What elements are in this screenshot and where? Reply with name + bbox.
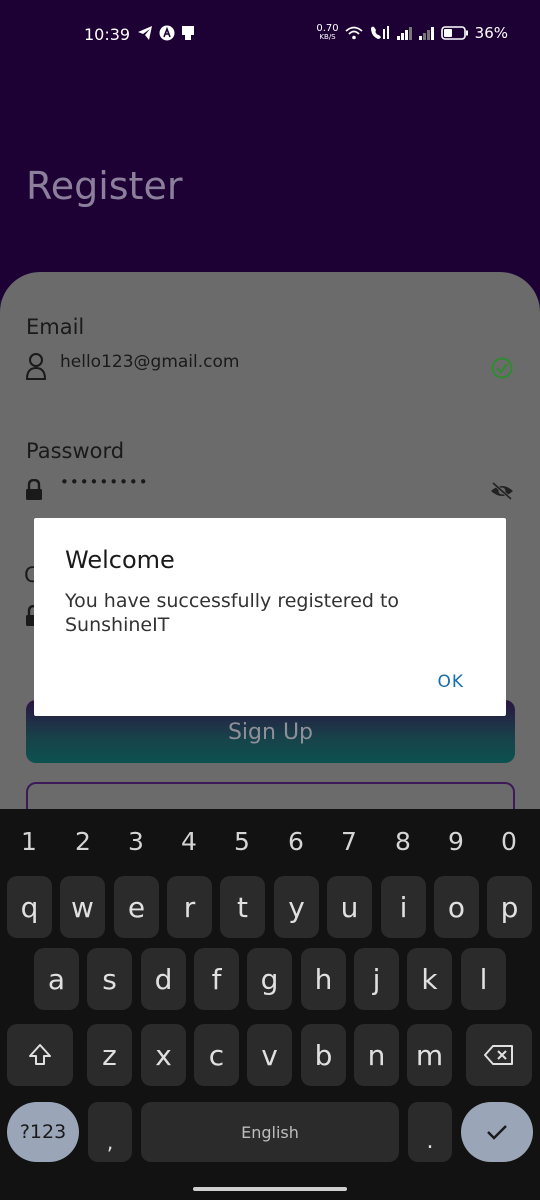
signal-sim2-icon: [418, 27, 434, 40]
status-bar: 10:39 0.70 KB/S 36%: [0, 0, 540, 70]
key-t[interactable]: t: [220, 876, 265, 938]
key-h[interactable]: h: [301, 948, 346, 1010]
lock-icon: [26, 479, 42, 500]
home-indicator[interactable]: [193, 1187, 347, 1191]
key-y[interactable]: y: [274, 876, 319, 938]
key-c[interactable]: c: [194, 1024, 239, 1086]
network-speed: 0.70 KB/S: [316, 23, 339, 42]
shift-icon: [29, 1044, 51, 1065]
call-volte-icon: [370, 26, 389, 39]
checkmark-icon: [487, 1125, 507, 1140]
password-label: Password: [26, 439, 125, 463]
number-row: 1 2 3 4 5 6 7 8 9 0: [0, 827, 540, 867]
key-k[interactable]: k: [407, 948, 452, 1010]
key-5[interactable]: 5: [222, 827, 262, 856]
email-label: Email: [26, 315, 85, 339]
status-notification-icons: [137, 25, 195, 41]
comma-key[interactable]: ,: [88, 1102, 132, 1162]
key-j[interactable]: j: [354, 948, 399, 1010]
key-r[interactable]: r: [167, 876, 212, 938]
symbols-key[interactable]: ?123: [7, 1102, 79, 1162]
key-2[interactable]: 2: [63, 827, 103, 856]
key-9[interactable]: 9: [436, 827, 476, 856]
key-f[interactable]: f: [194, 948, 239, 1010]
key-6[interactable]: 6: [276, 827, 316, 856]
key-0[interactable]: 0: [489, 827, 529, 856]
key-p[interactable]: p: [487, 876, 532, 938]
ok-button[interactable]: OK: [437, 672, 464, 692]
key-l[interactable]: l: [461, 948, 506, 1010]
key-b[interactable]: b: [301, 1024, 346, 1086]
key-3[interactable]: 3: [116, 827, 156, 856]
key-u[interactable]: u: [327, 876, 372, 938]
email-field[interactable]: hello123@gmail.com: [60, 352, 239, 372]
key-4[interactable]: 4: [169, 827, 209, 856]
user-icon: [25, 353, 47, 380]
key-s[interactable]: s: [87, 948, 132, 1010]
header: Register: [0, 70, 540, 300]
sign-up-button-label: Sign Up: [227, 720, 314, 745]
key-z[interactable]: z: [87, 1024, 132, 1086]
password-field[interactable]: •••••••••: [60, 473, 149, 491]
battery-percent: 36%: [474, 24, 508, 42]
key-m[interactable]: m: [407, 1024, 452, 1086]
key-x[interactable]: x: [141, 1024, 186, 1086]
key-n[interactable]: n: [354, 1024, 399, 1086]
space-key[interactable]: English: [141, 1102, 399, 1162]
network-speed-value: 0.70: [316, 23, 339, 34]
device-icon: [182, 26, 194, 40]
check-circle-icon: [491, 357, 513, 379]
network-speed-unit: KB/S: [319, 33, 336, 41]
dialog-title: Welcome: [65, 546, 175, 574]
key-o[interactable]: o: [434, 876, 479, 938]
telegram-icon: [138, 26, 152, 40]
key-i[interactable]: i: [381, 876, 426, 938]
wifi-icon: [345, 26, 363, 40]
signal-sim1-icon: [396, 27, 412, 40]
key-d[interactable]: d: [141, 948, 186, 1010]
app-a-icon: [159, 25, 175, 41]
battery-icon: [440, 26, 468, 40]
eye-off-icon[interactable]: [490, 481, 514, 501]
dialog-message: You have successfully registered to Suns…: [65, 590, 400, 636]
key-e[interactable]: e: [114, 876, 159, 938]
period-key[interactable]: .: [408, 1102, 452, 1162]
key-8[interactable]: 8: [383, 827, 423, 856]
status-time: 10:39: [84, 25, 131, 44]
key-w[interactable]: w: [60, 876, 105, 938]
shift-key[interactable]: [7, 1024, 73, 1086]
key-1[interactable]: 1: [9, 827, 49, 856]
welcome-dialog: Welcome You have successfully registered…: [34, 518, 506, 716]
page-title: Register: [26, 164, 183, 208]
key-q[interactable]: q: [7, 876, 52, 938]
enter-key[interactable]: [461, 1102, 533, 1162]
key-g[interactable]: g: [247, 948, 292, 1010]
backspace-icon: [484, 1045, 513, 1065]
key-a[interactable]: a: [34, 948, 79, 1010]
keyboard: 1 2 3 4 5 6 7 8 9 0 q w e r t y u i o p …: [0, 809, 540, 1200]
backspace-key[interactable]: [466, 1024, 532, 1086]
key-7[interactable]: 7: [329, 827, 369, 856]
status-system-icons: 0.70 KB/S 36%: [316, 23, 508, 43]
key-v[interactable]: v: [247, 1024, 292, 1086]
